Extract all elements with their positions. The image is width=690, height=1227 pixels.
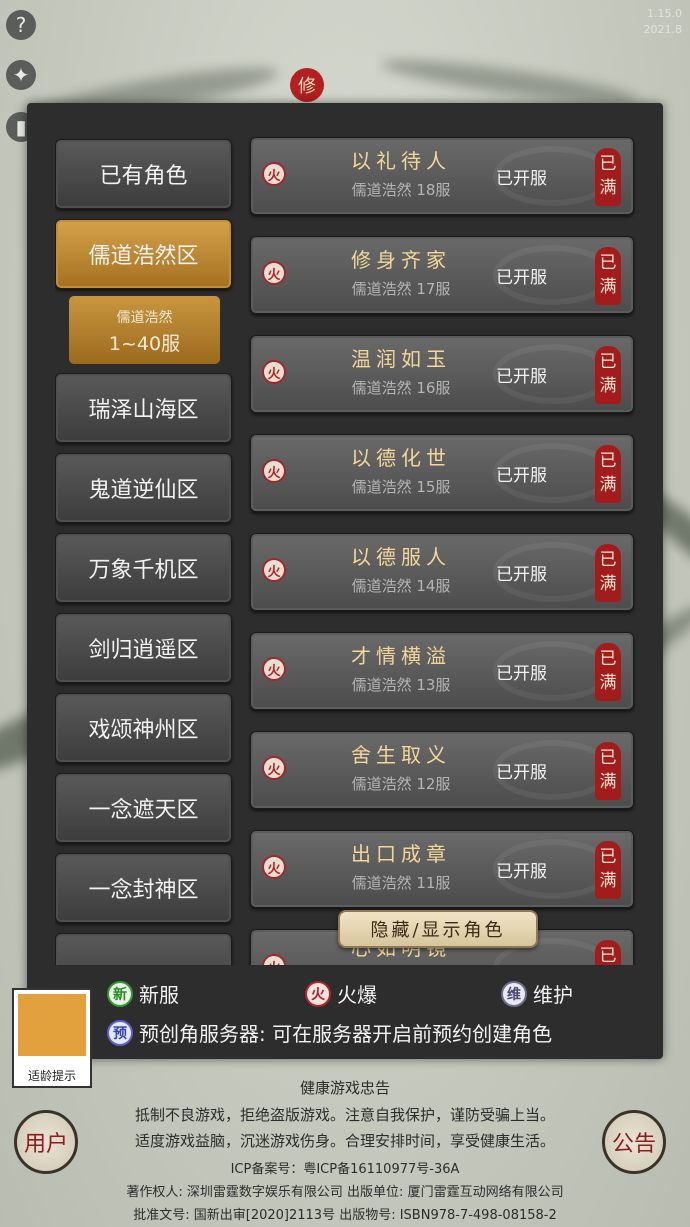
zone-button-jiangui[interactable]: 剑归逍遥区 <box>55 613 232 683</box>
server-name: 以德化世 <box>351 446 451 470</box>
server-row[interactable]: 火 以德服人 儒道浩然 14服 已开服 已满 <box>250 533 634 611</box>
age-rating-button[interactable]: 适龄提示 <box>12 988 92 1088</box>
zone-button-ruize[interactable]: 瑞泽山海区 <box>55 373 232 443</box>
tools-icon[interactable]: ✦ <box>6 60 36 90</box>
precreate-icon: 预 <box>107 1019 133 1046</box>
approval-info: 批准文号: 国新出审[2020]2113号 出版物号: ISBN978-7-49… <box>133 1208 557 1223</box>
version-line: 2021.8 <box>643 23 683 36</box>
server-row[interactable]: 火 修身齐家 儒道浩然 17服 已开服 已满 <box>250 236 634 314</box>
full-badge: 已满 <box>595 346 621 404</box>
legend-hot-label: 火爆 <box>337 983 377 1007</box>
server-number: 儒道浩然 14服 <box>351 577 451 595</box>
hot-server-icon: 火 <box>305 980 331 1007</box>
server-number: 儒道浩然 13服 <box>351 676 451 694</box>
server-number: 儒道浩然 18服 <box>351 181 451 199</box>
legend-maint: 维 维护 <box>501 979 573 1008</box>
server-name: 温润如玉 <box>351 347 451 371</box>
server-status: 已开服 <box>496 565 547 585</box>
server-row[interactable]: 火 以礼待人 儒道浩然 18服 已开服 已满 <box>250 137 634 215</box>
server-name: 以德服人 <box>351 545 451 569</box>
hot-badge-icon: 火 <box>262 954 286 965</box>
server-row[interactable]: 火 温润如玉 儒道浩然 16服 已开服 已满 <box>250 335 634 413</box>
server-row[interactable]: 火 才情横溢 儒道浩然 13服 已开服 已满 <box>250 632 634 710</box>
full-badge: 已满 <box>595 940 621 965</box>
age-rating-icon <box>18 994 86 1056</box>
zone-button-yinian-fengshen[interactable]: 一念封神区 <box>55 853 232 923</box>
server-status: 已开服 <box>496 664 547 684</box>
hot-badge-icon: 火 <box>262 162 286 186</box>
server-status: 已开服 <box>496 169 547 189</box>
hot-badge-icon: 火 <box>262 558 286 582</box>
legend-precreate-label: 预创角服务器: 可在服务器开启前预约创建角色 <box>139 1022 553 1046</box>
hot-badge-icon: 火 <box>262 261 286 285</box>
legend-precreate: 预 预创角服务器: 可在服务器开启前预约创建角色 <box>107 1018 552 1047</box>
full-badge: 已满 <box>595 148 621 206</box>
hot-badge-icon: 火 <box>262 756 286 780</box>
zone-button-yinian-zhetian[interactable]: 一念遮天区 <box>55 773 232 843</box>
zone-button-existing-roles[interactable]: 已有角色 <box>55 139 232 209</box>
new-server-icon: 新 <box>107 980 133 1007</box>
server-name: 舍生取义 <box>351 743 451 767</box>
help-icon[interactable]: ? <box>6 10 36 40</box>
hot-badge-icon: 火 <box>262 360 286 384</box>
maintenance-icon: 维 <box>501 980 527 1007</box>
server-select-panel: 已有角色 儒道浩然区 儒道浩然 1~40服 瑞泽山海区 鬼道逆仙区 万象千机区 … <box>27 103 663 1059</box>
version-line: 1.15.0 <box>647 7 682 20</box>
server-status: 已开服 <box>496 862 547 882</box>
legend-new: 新 新服 <box>107 979 179 1008</box>
full-badge: 已满 <box>595 544 621 602</box>
zone-button-partial[interactable] <box>55 933 232 965</box>
server-status: 已开服 <box>496 466 547 486</box>
server-number: 儒道浩然 12服 <box>351 775 451 793</box>
version-info: 1.15.0 2021.8 <box>644 6 683 38</box>
hot-badge-icon: 火 <box>262 657 286 681</box>
server-number: 儒道浩然 11服 <box>351 874 451 892</box>
server-number: 儒道浩然 15服 <box>351 478 451 496</box>
subzone-button[interactable]: 儒道浩然 1~40服 <box>69 296 220 364</box>
subzone-range: 1~40服 <box>108 333 181 355</box>
cultivation-seal-icon: 修 <box>290 68 324 102</box>
full-badge: 已满 <box>595 445 621 503</box>
copyright-info: 著作权人: 深圳雷霆数字娱乐有限公司 出版单位: 厦门雷霆互动网络有限公司 <box>126 1185 564 1200</box>
server-name: 才情横溢 <box>351 644 451 668</box>
zone-button-wanxiang[interactable]: 万象千机区 <box>55 533 232 603</box>
server-status: 已开服 <box>496 763 547 783</box>
server-row[interactable]: 火 以德化世 儒道浩然 15服 已开服 已满 <box>250 434 634 512</box>
hot-badge-icon: 火 <box>262 855 286 879</box>
server-row[interactable]: 火 舍生取义 儒道浩然 12服 已开服 已满 <box>250 731 634 809</box>
server-name: 以礼待人 <box>351 149 451 173</box>
subzone-title: 儒道浩然 <box>116 310 173 326</box>
legend-maint-label: 维护 <box>533 983 573 1007</box>
server-status: 已开服 <box>496 268 547 288</box>
health-notice-line: 适度游戏益脑，沉迷游戏伤身。合理安排时间，享受健康生活。 <box>134 1132 555 1150</box>
server-number: 儒道浩然 16服 <box>351 379 451 397</box>
zone-button-guidao[interactable]: 鬼道逆仙区 <box>55 453 232 523</box>
server-name: 出口成章 <box>351 842 451 866</box>
health-notice-title: 健康游戏忠告 <box>299 1079 390 1097</box>
legend-new-label: 新服 <box>139 983 179 1007</box>
full-badge: 已满 <box>595 643 621 701</box>
legend-hot: 火 火爆 <box>305 979 377 1008</box>
server-number: 儒道浩然 17服 <box>351 280 451 298</box>
zone-button-rudao[interactable]: 儒道浩然区 <box>55 219 232 289</box>
server-status: 已开服 <box>496 367 547 387</box>
toggle-roles-button[interactable]: 隐藏/显示角色 <box>338 910 538 948</box>
server-name: 修身齐家 <box>351 248 451 272</box>
server-list[interactable]: 火 以礼待人 儒道浩然 18服 已开服 已满 火 修身齐家 儒道浩然 17服 已… <box>248 133 636 965</box>
server-row[interactable]: 火 出口成章 儒道浩然 11服 已开服 已满 <box>250 830 634 908</box>
full-badge: 已满 <box>595 742 621 800</box>
full-badge: 已满 <box>595 841 621 899</box>
full-badge: 已满 <box>595 247 621 305</box>
zone-button-xisong[interactable]: 戏颂神州区 <box>55 693 232 763</box>
icp-info: ICP备案号：粤ICP备16110977号-36A <box>230 1162 460 1177</box>
health-notice-line: 抵制不良游戏，拒绝盗版游戏。注意自我保护，谨防受骗上当。 <box>134 1106 555 1124</box>
hot-badge-icon: 火 <box>262 459 286 483</box>
zone-list[interactable]: 已有角色 儒道浩然区 儒道浩然 1~40服 瑞泽山海区 鬼道逆仙区 万象千机区 … <box>55 133 235 965</box>
